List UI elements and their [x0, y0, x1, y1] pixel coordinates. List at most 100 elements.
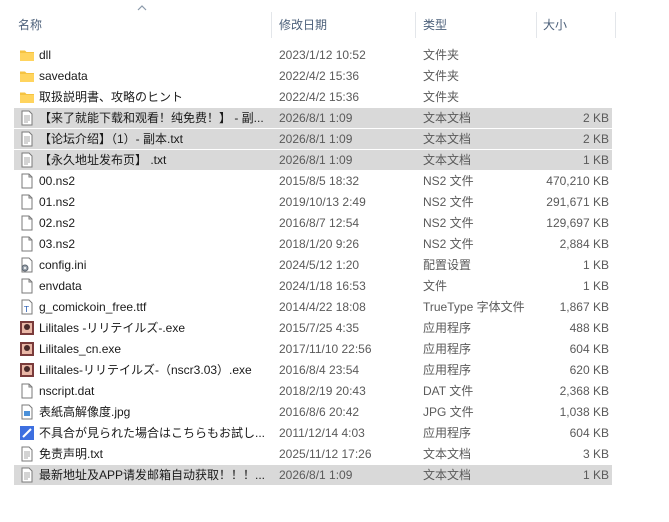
- file-name: Lilitales-リリテイルズ-（nscr3.03）.exe: [39, 363, 252, 377]
- app-icon: [19, 341, 35, 357]
- file-size: 1 KB: [582, 279, 609, 293]
- file-row[interactable]: dll 2023/1/12 10:52 文件夹: [14, 45, 612, 65]
- file-row[interactable]: 最新地址及APP请发邮箱自动获取！！！... 2026/8/1 1:09 文本文档 1…: [14, 465, 612, 485]
- text-file-icon: [19, 110, 35, 126]
- file-name: 【永久地址发布页】 .txt: [39, 153, 167, 167]
- file-type: NS2 文件: [423, 195, 474, 209]
- file-icon: [19, 383, 35, 399]
- file-date: 2016/8/6 20:42: [279, 405, 360, 419]
- file-name: config.ini: [39, 258, 87, 272]
- file-type: JPG 文件: [423, 405, 474, 419]
- file-name: 表紙高解像度.jpg: [39, 405, 131, 419]
- file-name: Lilitales -リリテイルズ-.exe: [39, 321, 186, 335]
- file-size: 2 KB: [582, 132, 609, 146]
- column-divider[interactable]: [615, 12, 616, 38]
- file-date: 2018/2/19 20:43: [279, 384, 366, 398]
- file-size: [538, 87, 609, 107]
- file-name: 【来了就能下载和观看！纯免费！】 - 副...: [39, 111, 264, 125]
- file-row[interactable]: 03.ns2 2018/1/20 9:26 NS2 文件 2,884 KB: [14, 234, 612, 254]
- file-date: 2025/11/12 17:26: [279, 447, 372, 461]
- sort-ascending-icon: [137, 5, 147, 11]
- file-row[interactable]: 02.ns2 2016/8/7 12:54 NS2 文件 129,697 KB: [14, 213, 612, 233]
- file-size: 3 KB: [582, 447, 609, 461]
- file-row[interactable]: nscript.dat 2018/2/19 20:43 DAT 文件 2,368 KB: [14, 381, 612, 401]
- file-type: 配置设置: [423, 258, 472, 272]
- file-type: 应用程序: [423, 321, 472, 335]
- file-row[interactable]: Lilitales -リリテイルズ-.exe 2015/7/25 4:35 应用程序…: [14, 318, 612, 338]
- file-row[interactable]: Lilitales-リリテイルズ-（nscr3.03）.exe 2016/8/4 …: [14, 360, 612, 380]
- file-size: 1 KB: [582, 153, 609, 167]
- file-name: 不具合が見られた場合はこちらもお試し...: [39, 426, 266, 440]
- file-row[interactable]: 【来了就能下载和观看！纯免费！】 - 副... 2026/8/1 1:09 文本文档…: [14, 108, 612, 128]
- folder-icon: [19, 47, 35, 63]
- file-date: 2017/11/10 22:56: [279, 342, 372, 356]
- file-type: 文件: [423, 279, 448, 293]
- file-date: 2026/8/1 1:09: [279, 132, 353, 146]
- file-type: 应用程序: [423, 363, 472, 377]
- repair-app-icon: [19, 425, 35, 441]
- file-row[interactable]: 【永久地址发布页】 .txt 2026/8/1 1:09 文本文档 1 KB: [14, 150, 612, 170]
- file-name: envdata: [39, 279, 82, 293]
- file-size: 604 KB: [569, 342, 609, 356]
- file-size: [538, 45, 609, 65]
- file-date: 2015/7/25 4:35: [279, 321, 360, 335]
- file-date: 2023/1/12 10:52: [279, 48, 366, 62]
- file-size: 129,697 KB: [546, 216, 609, 230]
- file-row[interactable]: 01.ns2 2019/10/13 2:49 NS2 文件 291,671 KB: [14, 192, 612, 212]
- file-row[interactable]: 免责声明.txt 2025/11/12 17:26 文本文档 3 KB: [14, 444, 612, 464]
- file-row[interactable]: 【论坛介绍】（1）- 副本.txt 2026/8/1 1:09 文本文档 2 KB: [14, 129, 612, 149]
- column-divider[interactable]: [415, 12, 416, 38]
- file-date: 2018/1/20 9:26: [279, 237, 360, 251]
- file-date: 2016/8/7 12:54: [279, 216, 360, 230]
- file-type: 文本文档: [423, 132, 472, 146]
- app-icon: [19, 320, 35, 336]
- column-header-bar: 名称 修改日期 类型 大小: [0, 0, 669, 46]
- file-row[interactable]: Lilitales_cn.exe 2017/11/10 22:56 应用程序 604 …: [14, 339, 612, 359]
- file-size: 620 KB: [569, 363, 609, 377]
- config-file-icon: [19, 257, 35, 273]
- column-header-date[interactable]: 修改日期: [279, 17, 409, 33]
- file-size: 1 KB: [582, 258, 609, 272]
- file-row[interactable]: envdata 2024/1/18 16:53 文件 1 KB: [14, 276, 612, 296]
- file-date: 2016/8/4 23:54: [279, 363, 360, 377]
- file-name: 免责声明.txt: [39, 447, 104, 461]
- file-date: 2015/8/5 18:32: [279, 174, 360, 188]
- text-file-icon: [19, 446, 35, 462]
- text-file-icon: [19, 131, 35, 147]
- column-divider[interactable]: [536, 12, 537, 38]
- file-row[interactable]: Tg_comickoin_free.ttf 2014/4/22 18:08 True…: [14, 297, 612, 317]
- file-date: 2026/8/1 1:09: [279, 468, 353, 482]
- file-name: 02.ns2: [39, 216, 76, 230]
- file-size: 291,671 KB: [546, 195, 609, 209]
- file-type: 应用程序: [423, 426, 472, 440]
- column-header-name[interactable]: 名称: [18, 17, 268, 33]
- file-icon: [19, 173, 35, 189]
- file-row[interactable]: 取扱説明書、攻略のヒント 2022/4/2 15:36 文件夹: [14, 87, 612, 107]
- file-date: 2024/1/18 16:53: [279, 279, 366, 293]
- file-type: 应用程序: [423, 342, 472, 356]
- file-size: [538, 66, 609, 86]
- file-date: 2014/4/22 18:08: [279, 300, 366, 314]
- column-divider[interactable]: [271, 12, 272, 38]
- file-row[interactable]: 不具合が見られた場合はこちらもお試し... 2011/12/14 4:03 应用程序…: [14, 423, 612, 443]
- app-icon: [19, 362, 35, 378]
- file-type: 文件夹: [423, 48, 460, 62]
- file-name: 00.ns2: [39, 174, 76, 188]
- file-size: 2,884 KB: [559, 237, 609, 251]
- file-date: 2024/5/12 1:20: [279, 258, 360, 272]
- text-file-icon: [19, 467, 35, 483]
- file-row[interactable]: 00.ns2 2015/8/5 18:32 NS2 文件 470,210 KB: [14, 171, 612, 191]
- file-size: 1,867 KB: [559, 300, 609, 314]
- file-date: 2011/12/14 4:03: [279, 426, 365, 440]
- folder-icon: [19, 89, 35, 105]
- file-type: 文本文档: [423, 111, 472, 125]
- file-row[interactable]: 表紙高解像度.jpg 2016/8/6 20:42 JPG 文件 1,038 KB: [14, 402, 612, 422]
- text-file-icon: [19, 152, 35, 168]
- column-header-type[interactable]: 类型: [423, 17, 533, 33]
- file-date: 2026/8/1 1:09: [279, 111, 353, 125]
- file-row[interactable]: savedata 2022/4/2 15:36 文件夹: [14, 66, 612, 86]
- column-header-size[interactable]: 大小: [543, 17, 613, 33]
- file-row[interactable]: config.ini 2024/5/12 1:20 配置设置 1 KB: [14, 255, 612, 275]
- file-name: 【论坛介绍】（1）- 副本.txt: [39, 132, 184, 146]
- file-type: 文件夹: [423, 69, 460, 83]
